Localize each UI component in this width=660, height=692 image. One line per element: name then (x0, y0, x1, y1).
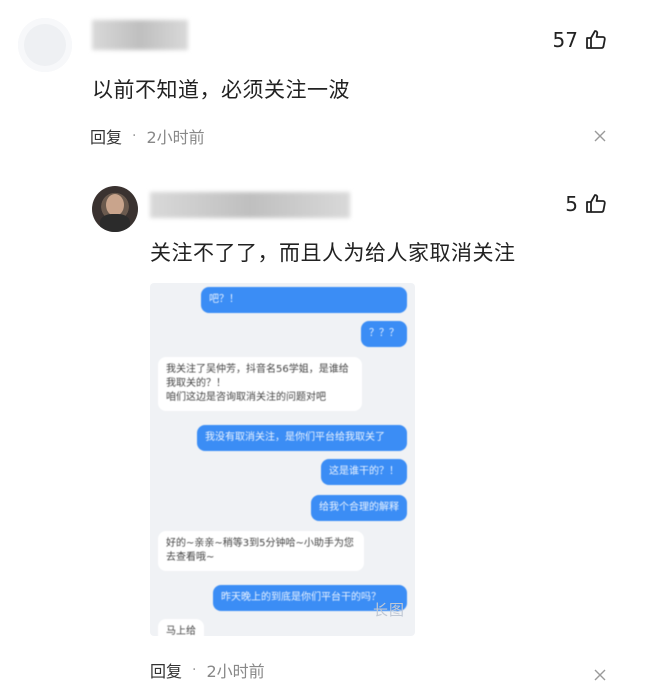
chat-bubble: 好的~亲亲~稍等3到5分钟哈~小助手为您去查看哦~ (158, 531, 364, 571)
avatar[interactable] (92, 186, 138, 232)
avatar[interactable] (18, 18, 72, 72)
chat-bubble: 给我个合理的解释 (311, 495, 407, 521)
reply-button[interactable]: 回复 (90, 124, 122, 148)
close-icon[interactable] (594, 666, 606, 685)
chat-bubble: 马上给 (158, 619, 204, 636)
close-icon[interactable] (594, 127, 606, 146)
like-count: 57 (552, 28, 578, 52)
chat-bubble: 这是谁干的？！ (321, 459, 407, 485)
chat-bubble: 我关注了吴仲芳，抖音名56学姐，是谁给我取关的？！ 咱们这边是咨询取消关注的问题… (158, 357, 362, 411)
like-count: 5 (565, 192, 578, 216)
comment-meta: 回复 · 2小时前 (150, 658, 265, 682)
attached-image[interactable]: 吧？！ ？？？ 我关注了吴仲芳，抖音名56学姐，是谁给我取关的？！ 咱们这边是咨… (150, 283, 415, 636)
comment-text: 以前不知道，必须关注一波 (92, 78, 350, 102)
like-button[interactable]: 57 (553, 28, 608, 52)
comment-meta: 回复 · 2小时前 (90, 124, 205, 148)
timestamp: 2小时前 (146, 128, 205, 147)
chat-bubble: 我没有取消关注，是你们平台给我取关了 (197, 425, 407, 451)
comment-text: 关注不了了，而且人为给人家取消关注 (150, 241, 516, 265)
like-button[interactable]: 5 (565, 192, 608, 216)
username-blurred[interactable] (92, 20, 188, 50)
separator: · (132, 128, 137, 144)
separator: · (192, 662, 197, 678)
thumbs-up-icon (586, 194, 606, 213)
long-image-badge: 长图 (372, 601, 405, 619)
reply-button[interactable]: 回复 (150, 658, 182, 682)
timestamp: 2小时前 (206, 662, 265, 681)
chat-bubble: 吧？！ (201, 287, 407, 313)
username-blurred[interactable] (150, 192, 350, 218)
chat-bubble: ？？？ (361, 321, 407, 347)
thumbs-up-icon (586, 30, 606, 49)
